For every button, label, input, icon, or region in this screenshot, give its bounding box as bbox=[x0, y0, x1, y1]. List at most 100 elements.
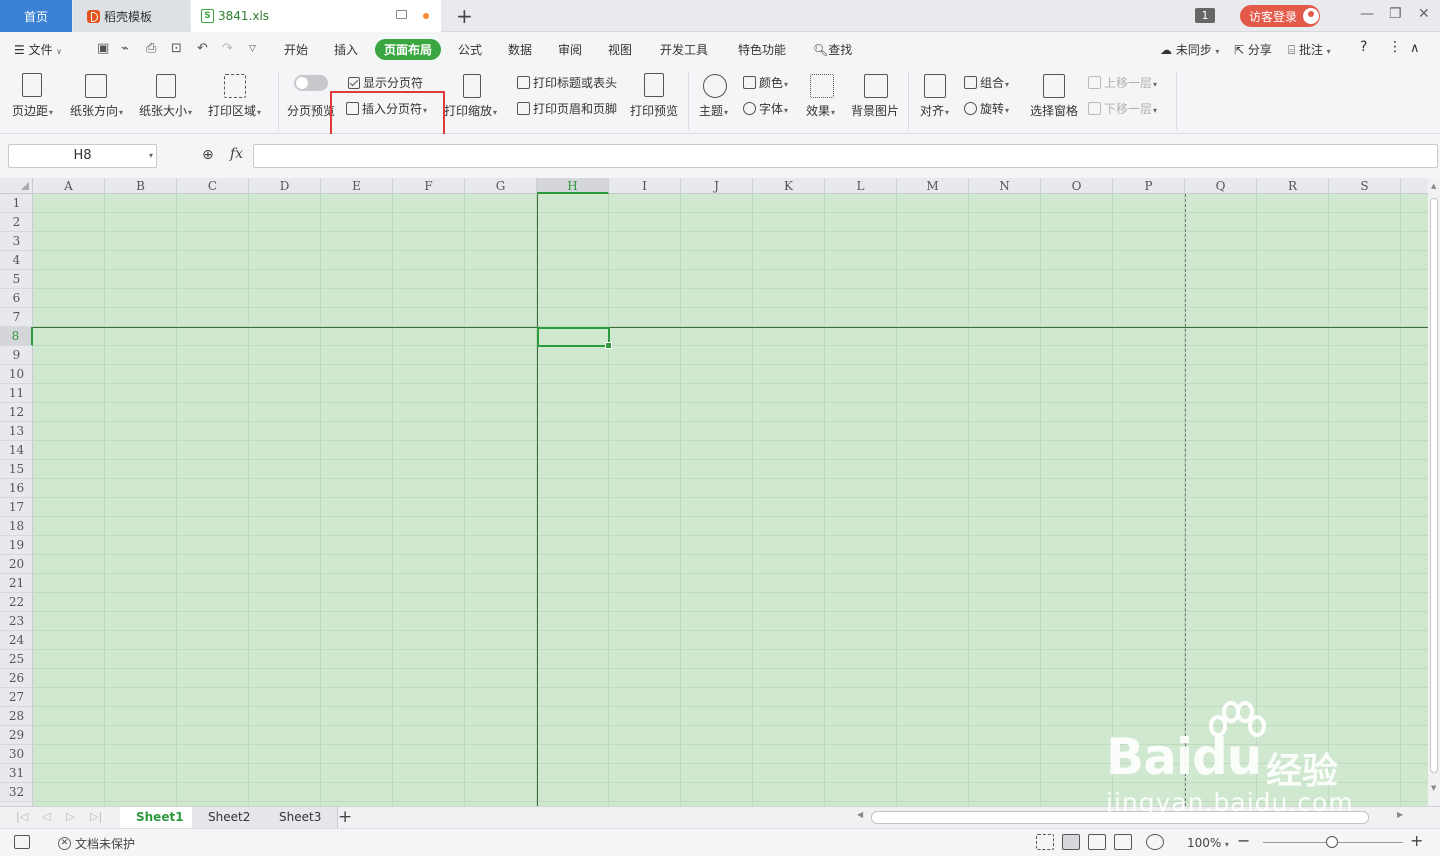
background-image-button[interactable]: 背景图片 bbox=[851, 102, 899, 119]
window-count-badge[interactable]: 1 bbox=[1195, 8, 1215, 23]
menu-view[interactable]: 视图 bbox=[608, 41, 632, 58]
share-button[interactable]: ⇱ 分享 bbox=[1234, 41, 1272, 58]
fullscreen-icon[interactable] bbox=[1036, 834, 1054, 850]
row-header-5[interactable]: 5 bbox=[0, 270, 33, 289]
more-icon[interactable]: ⋮ bbox=[1388, 39, 1402, 55]
tab-template[interactable]: 稻壳模板 bbox=[73, 0, 190, 32]
row-header-2[interactable]: 2 bbox=[0, 213, 33, 232]
menu-search[interactable]: 🔍︎查找 bbox=[813, 41, 852, 58]
menu-data[interactable]: 数据 bbox=[508, 41, 532, 58]
row-header-9[interactable]: 9 bbox=[0, 346, 33, 365]
column-header-r[interactable]: R bbox=[1257, 178, 1329, 194]
redo-icon[interactable]: ↷ bbox=[222, 41, 233, 56]
column-header-p[interactable]: P bbox=[1113, 178, 1185, 194]
row-header-21[interactable]: 21 bbox=[0, 574, 33, 593]
horizontal-scrollbar[interactable]: ◀ ▶ bbox=[855, 810, 1410, 825]
page-break-preview-label[interactable]: 分页预览 bbox=[287, 102, 335, 119]
column-header-o[interactable]: O bbox=[1041, 178, 1113, 194]
customize-dropdown-icon[interactable]: ▽ bbox=[249, 44, 256, 54]
header-footer-button[interactable]: 打印页眉和页脚 bbox=[517, 100, 617, 117]
comment-button[interactable]: ⌸ 批注 ▾ bbox=[1288, 41, 1331, 58]
prev-sheet-icon[interactable]: ◁ bbox=[42, 810, 50, 823]
eye-protection-icon[interactable] bbox=[1146, 834, 1164, 850]
row-header-32[interactable]: 32 bbox=[0, 783, 33, 802]
print-preview-icon[interactable]: ⊡ bbox=[171, 41, 182, 56]
scroll-thumb[interactable] bbox=[1430, 198, 1438, 773]
row-header-7[interactable]: 7 bbox=[0, 308, 33, 327]
column-header-m[interactable]: M bbox=[897, 178, 969, 194]
column-header-f[interactable]: F bbox=[393, 178, 465, 194]
column-header-e[interactable]: E bbox=[321, 178, 393, 194]
name-box[interactable]: H8 ▾ bbox=[8, 144, 157, 168]
format-painter-icon[interactable]: ⌁ bbox=[121, 41, 129, 56]
column-header-q[interactable]: Q bbox=[1185, 178, 1257, 194]
row-header-24[interactable]: 24 bbox=[0, 631, 33, 650]
sheet-tab-3[interactable]: Sheet3 bbox=[263, 807, 339, 829]
column-header-s[interactable]: S bbox=[1329, 178, 1401, 194]
zoom-slider-knob[interactable] bbox=[1326, 836, 1338, 848]
column-header-c[interactable]: C bbox=[177, 178, 249, 194]
theme-button[interactable]: 主题▾ bbox=[699, 102, 728, 119]
scroll-up-icon[interactable]: ▲ bbox=[1431, 182, 1436, 190]
row-header-28[interactable]: 28 bbox=[0, 707, 33, 726]
column-header-g[interactable]: G bbox=[465, 178, 537, 194]
page-break-view-icon[interactable] bbox=[1088, 834, 1106, 850]
add-sheet-button[interactable]: + bbox=[338, 807, 352, 827]
formula-input[interactable] bbox=[253, 144, 1438, 168]
row-header-26[interactable]: 26 bbox=[0, 669, 33, 688]
print-preview-button[interactable]: 打印预览 bbox=[630, 102, 678, 119]
menu-start[interactable]: 开始 bbox=[284, 41, 308, 58]
row-header-22[interactable]: 22 bbox=[0, 593, 33, 612]
row-header-19[interactable]: 19 bbox=[0, 536, 33, 555]
paper-size-button[interactable]: 纸张大小▾ bbox=[139, 102, 192, 119]
login-button[interactable]: 访客登录 bbox=[1240, 5, 1320, 27]
row-header-13[interactable]: 13 bbox=[0, 422, 33, 441]
print-titles-button[interactable]: 打印标题或表头 bbox=[517, 74, 617, 91]
print-icon[interactable]: ⎙ bbox=[146, 41, 156, 56]
margins-button[interactable]: 页边距▾ bbox=[12, 102, 53, 119]
tab-home[interactable]: 首页 bbox=[0, 0, 72, 32]
row-header-8[interactable]: 8 bbox=[0, 327, 33, 346]
print-area-button[interactable]: 打印区域▾ bbox=[208, 102, 261, 119]
chevron-down-icon[interactable]: ▾ bbox=[149, 145, 153, 167]
sheet-tab-1[interactable]: Sheet1 bbox=[120, 807, 201, 829]
row-header-20[interactable]: 20 bbox=[0, 555, 33, 574]
page-break-preview-toggle[interactable] bbox=[294, 75, 328, 91]
macro-icon[interactable] bbox=[14, 835, 30, 849]
row-header-6[interactable]: 6 bbox=[0, 289, 33, 308]
spreadsheet-grid[interactable]: ABCDEFGHIJKLMNOPQRS 1 2 3 4 5 6 7 8 9 10 11 12 13 14 1… bbox=[0, 178, 1428, 806]
reading-view-icon[interactable] bbox=[1114, 834, 1132, 850]
group-button[interactable]: 组合▾ bbox=[964, 74, 1009, 91]
row-header-27[interactable]: 27 bbox=[0, 688, 33, 707]
menu-developer[interactable]: 开发工具 bbox=[660, 41, 708, 58]
send-backward-button[interactable]: 下移一层▾ bbox=[1088, 100, 1157, 117]
menu-review[interactable]: 审阅 bbox=[558, 41, 582, 58]
menu-insert[interactable]: 插入 bbox=[334, 41, 358, 58]
effects-button[interactable]: 效果▾ bbox=[806, 102, 835, 119]
bring-forward-button[interactable]: 上移一层▾ bbox=[1088, 74, 1157, 91]
row-header-11[interactable]: 11 bbox=[0, 384, 33, 403]
zoom-level[interactable]: 100% ▾ bbox=[1187, 836, 1229, 850]
row-header-31[interactable]: 31 bbox=[0, 764, 33, 783]
help-icon[interactable]: ? bbox=[1360, 39, 1367, 55]
menu-special[interactable]: 特色功能 bbox=[738, 41, 786, 58]
last-sheet-icon[interactable]: ▷| bbox=[90, 810, 102, 823]
column-header-n[interactable]: N bbox=[969, 178, 1041, 194]
minimize-button[interactable]: — bbox=[1360, 6, 1374, 22]
column-header-h[interactable]: H bbox=[537, 178, 609, 194]
menu-page-layout[interactable]: 页面布局 bbox=[375, 39, 442, 60]
cell-area[interactable] bbox=[33, 194, 1428, 806]
column-header-d[interactable]: D bbox=[249, 178, 321, 194]
row-header-1[interactable]: 1 bbox=[0, 194, 33, 213]
column-header-a[interactable]: A bbox=[33, 178, 105, 194]
first-sheet-icon[interactable]: |◁ bbox=[16, 810, 28, 823]
zoom-in-button[interactable]: + bbox=[1410, 831, 1423, 850]
orientation-button[interactable]: 纸张方向▾ bbox=[70, 102, 123, 119]
column-header-k[interactable]: K bbox=[753, 178, 825, 194]
scroll-left-icon[interactable]: ◀ bbox=[857, 810, 863, 819]
row-header-23[interactable]: 23 bbox=[0, 612, 33, 631]
scroll-thumb[interactable] bbox=[871, 811, 1369, 824]
function-icon[interactable]: fx bbox=[230, 146, 243, 162]
column-header-b[interactable]: B bbox=[105, 178, 177, 194]
row-header-29[interactable]: 29 bbox=[0, 726, 33, 745]
